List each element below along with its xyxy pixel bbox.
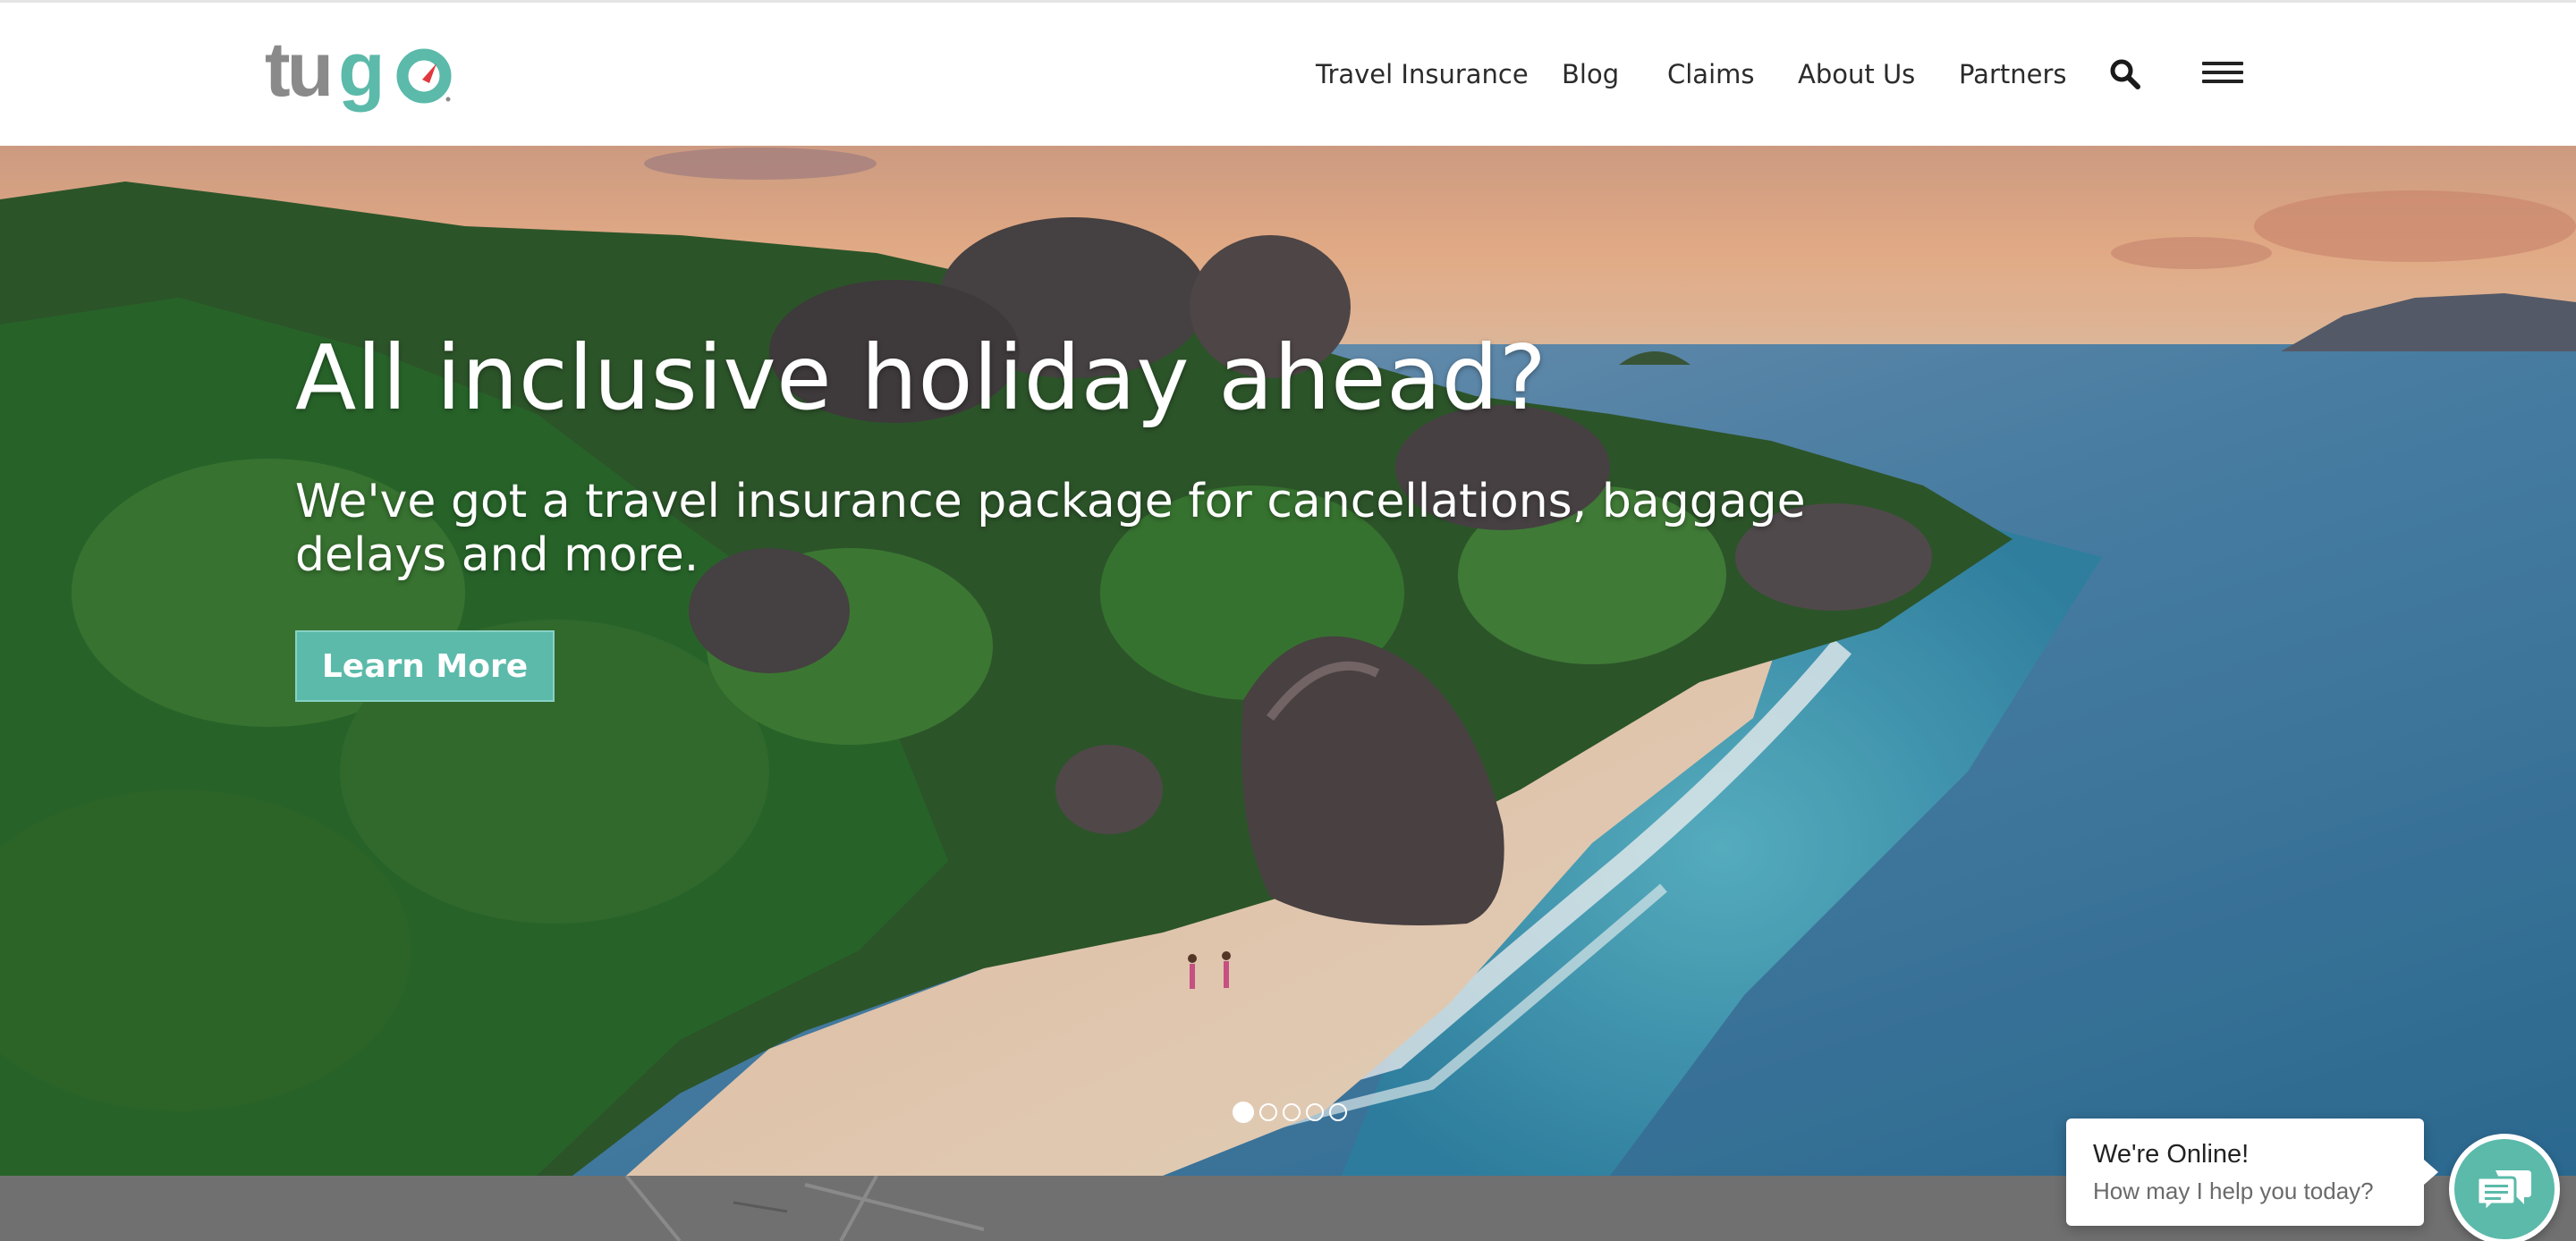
nav-claims[interactable]: Claims [1667, 55, 1755, 94]
logo-o [396, 48, 452, 104]
site-header: tu g Travel Insurance Blog Claims About … [0, 3, 2576, 146]
chat-bubbles-icon [2476, 1170, 2531, 1215]
logo-text-tu: tu [265, 33, 330, 113]
hero-subtitle: We've got a travel insurance package for… [295, 475, 1806, 582]
chat-subtitle: How may I help you today? [2093, 1178, 2374, 1204]
hero-title: All inclusive holiday ahead? [295, 325, 1547, 430]
carousel-dot-3[interactable] [1283, 1103, 1301, 1121]
hero-banner: All inclusive holiday ahead? We've got a… [0, 146, 2576, 1176]
nav-about-us[interactable]: About Us [1798, 55, 1915, 94]
hamburger-menu-icon[interactable] [2202, 62, 2243, 87]
chat-launcher-button[interactable] [2449, 1134, 2560, 1241]
search-icon[interactable] [2109, 58, 2141, 90]
compass-needle-icon [422, 63, 436, 83]
carousel-dot-2[interactable] [1259, 1103, 1277, 1121]
nav-blog[interactable]: Blog [1562, 55, 1619, 94]
learn-more-button[interactable]: Learn More [295, 630, 555, 702]
carousel-pagination [1233, 1102, 1347, 1123]
tugo-logo[interactable]: tu g [265, 33, 453, 133]
carousel-dot-4[interactable] [1306, 1103, 1324, 1121]
nav-travel-insurance[interactable]: Travel Insurance [1316, 55, 1529, 94]
nav-partners[interactable]: Partners [1959, 55, 2067, 94]
carousel-dot-5[interactable] [1329, 1103, 1347, 1121]
chat-greeting-bubble[interactable]: We're Online! How may I help you today? [2066, 1119, 2438, 1226]
logo-text-go: g [338, 33, 382, 113]
carousel-dot-1[interactable] [1233, 1102, 1254, 1123]
chat-title: We're Online! [2093, 1140, 2250, 1169]
